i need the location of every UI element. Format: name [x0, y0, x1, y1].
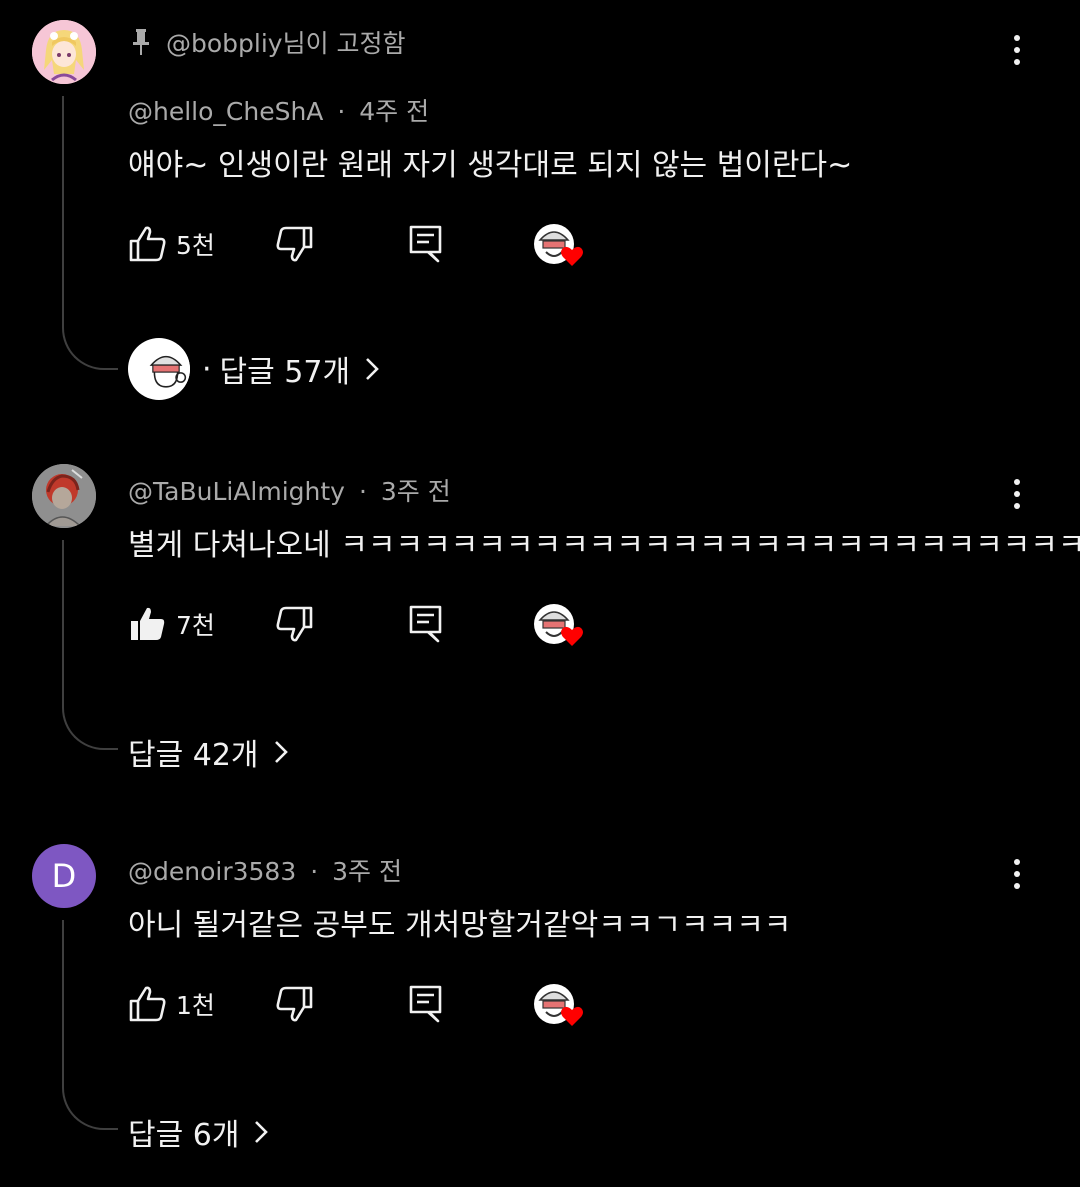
like-button[interactable]: 1천 — [128, 980, 215, 1028]
author-handle[interactable]: @TaBuLiAlmighty — [128, 477, 345, 506]
dislike-button[interactable] — [274, 980, 314, 1028]
thumbs-up-icon — [129, 986, 166, 1022]
more-options-icon[interactable] — [1000, 854, 1034, 894]
comment: @TaBuLiAlmighty · 3주 전 별게 다쳐나오네 ㅋㅋㅋㅋㅋㅋㅋㅋ… — [0, 0, 1080, 800]
thumbs-up-filled-icon — [131, 607, 165, 640]
reply-button[interactable] — [408, 600, 444, 648]
comment-meta: @denoir3583 · 3주 전 — [128, 852, 402, 888]
like-count: 1천 — [176, 991, 215, 1020]
creator-heart — [532, 982, 588, 1030]
sketch-avatar-icon — [32, 464, 96, 528]
comment-icon — [409, 605, 442, 643]
like-button[interactable]: 7천 — [128, 600, 215, 648]
comment-time: 3주 전 — [380, 477, 451, 506]
author-avatar[interactable]: D — [32, 844, 96, 908]
reply-button[interactable] — [408, 980, 444, 1028]
creator-heart-icon — [534, 984, 583, 1026]
dislike-button[interactable] — [274, 600, 314, 648]
author-handle[interactable]: @denoir3583 — [128, 857, 296, 886]
chevron-right-icon — [255, 1121, 269, 1143]
like-count: 7천 — [176, 611, 215, 640]
view-replies-button[interactable]: 답글 42개 — [128, 730, 289, 774]
meta-separator: · — [310, 857, 319, 886]
chevron-right-icon — [274, 741, 288, 763]
comment-meta: @TaBuLiAlmighty · 3주 전 — [128, 472, 451, 508]
comment-actions: 1천 — [128, 980, 608, 1028]
meta-separator: · — [358, 477, 367, 506]
author-avatar[interactable] — [32, 464, 96, 528]
creator-heart — [532, 602, 588, 650]
replies-label: 답글 6개 — [128, 1118, 240, 1153]
comment-text: 아니 될거같은 공부도 개처망할거같악ㅋㅋㄱㅋㅋㅋㅋ — [128, 908, 792, 943]
avatar-letter: D — [51, 857, 77, 895]
thumbs-down-icon — [276, 606, 313, 642]
comment-time: 3주 전 — [332, 857, 402, 886]
comment-actions: 7천 — [128, 600, 608, 648]
more-options-icon[interactable] — [1000, 474, 1034, 514]
replies-label: 답글 42개 — [128, 738, 259, 773]
comment-icon — [409, 985, 442, 1023]
thumbs-down-icon — [276, 986, 313, 1022]
comment-text: 별게 다쳐나오네 ㅋㅋㅋㅋㅋㅋㅋㅋㅋㅋㅋㅋㅋㅋㅋㅋㅋㅋㅋㅋㅋㅋㅋㅋㅋㅋㅋ — [128, 528, 1080, 563]
thread-line — [62, 920, 118, 1130]
creator-heart-icon — [534, 604, 583, 646]
thread-line — [62, 540, 118, 750]
view-replies-button[interactable]: 답글 6개 — [128, 1110, 269, 1154]
